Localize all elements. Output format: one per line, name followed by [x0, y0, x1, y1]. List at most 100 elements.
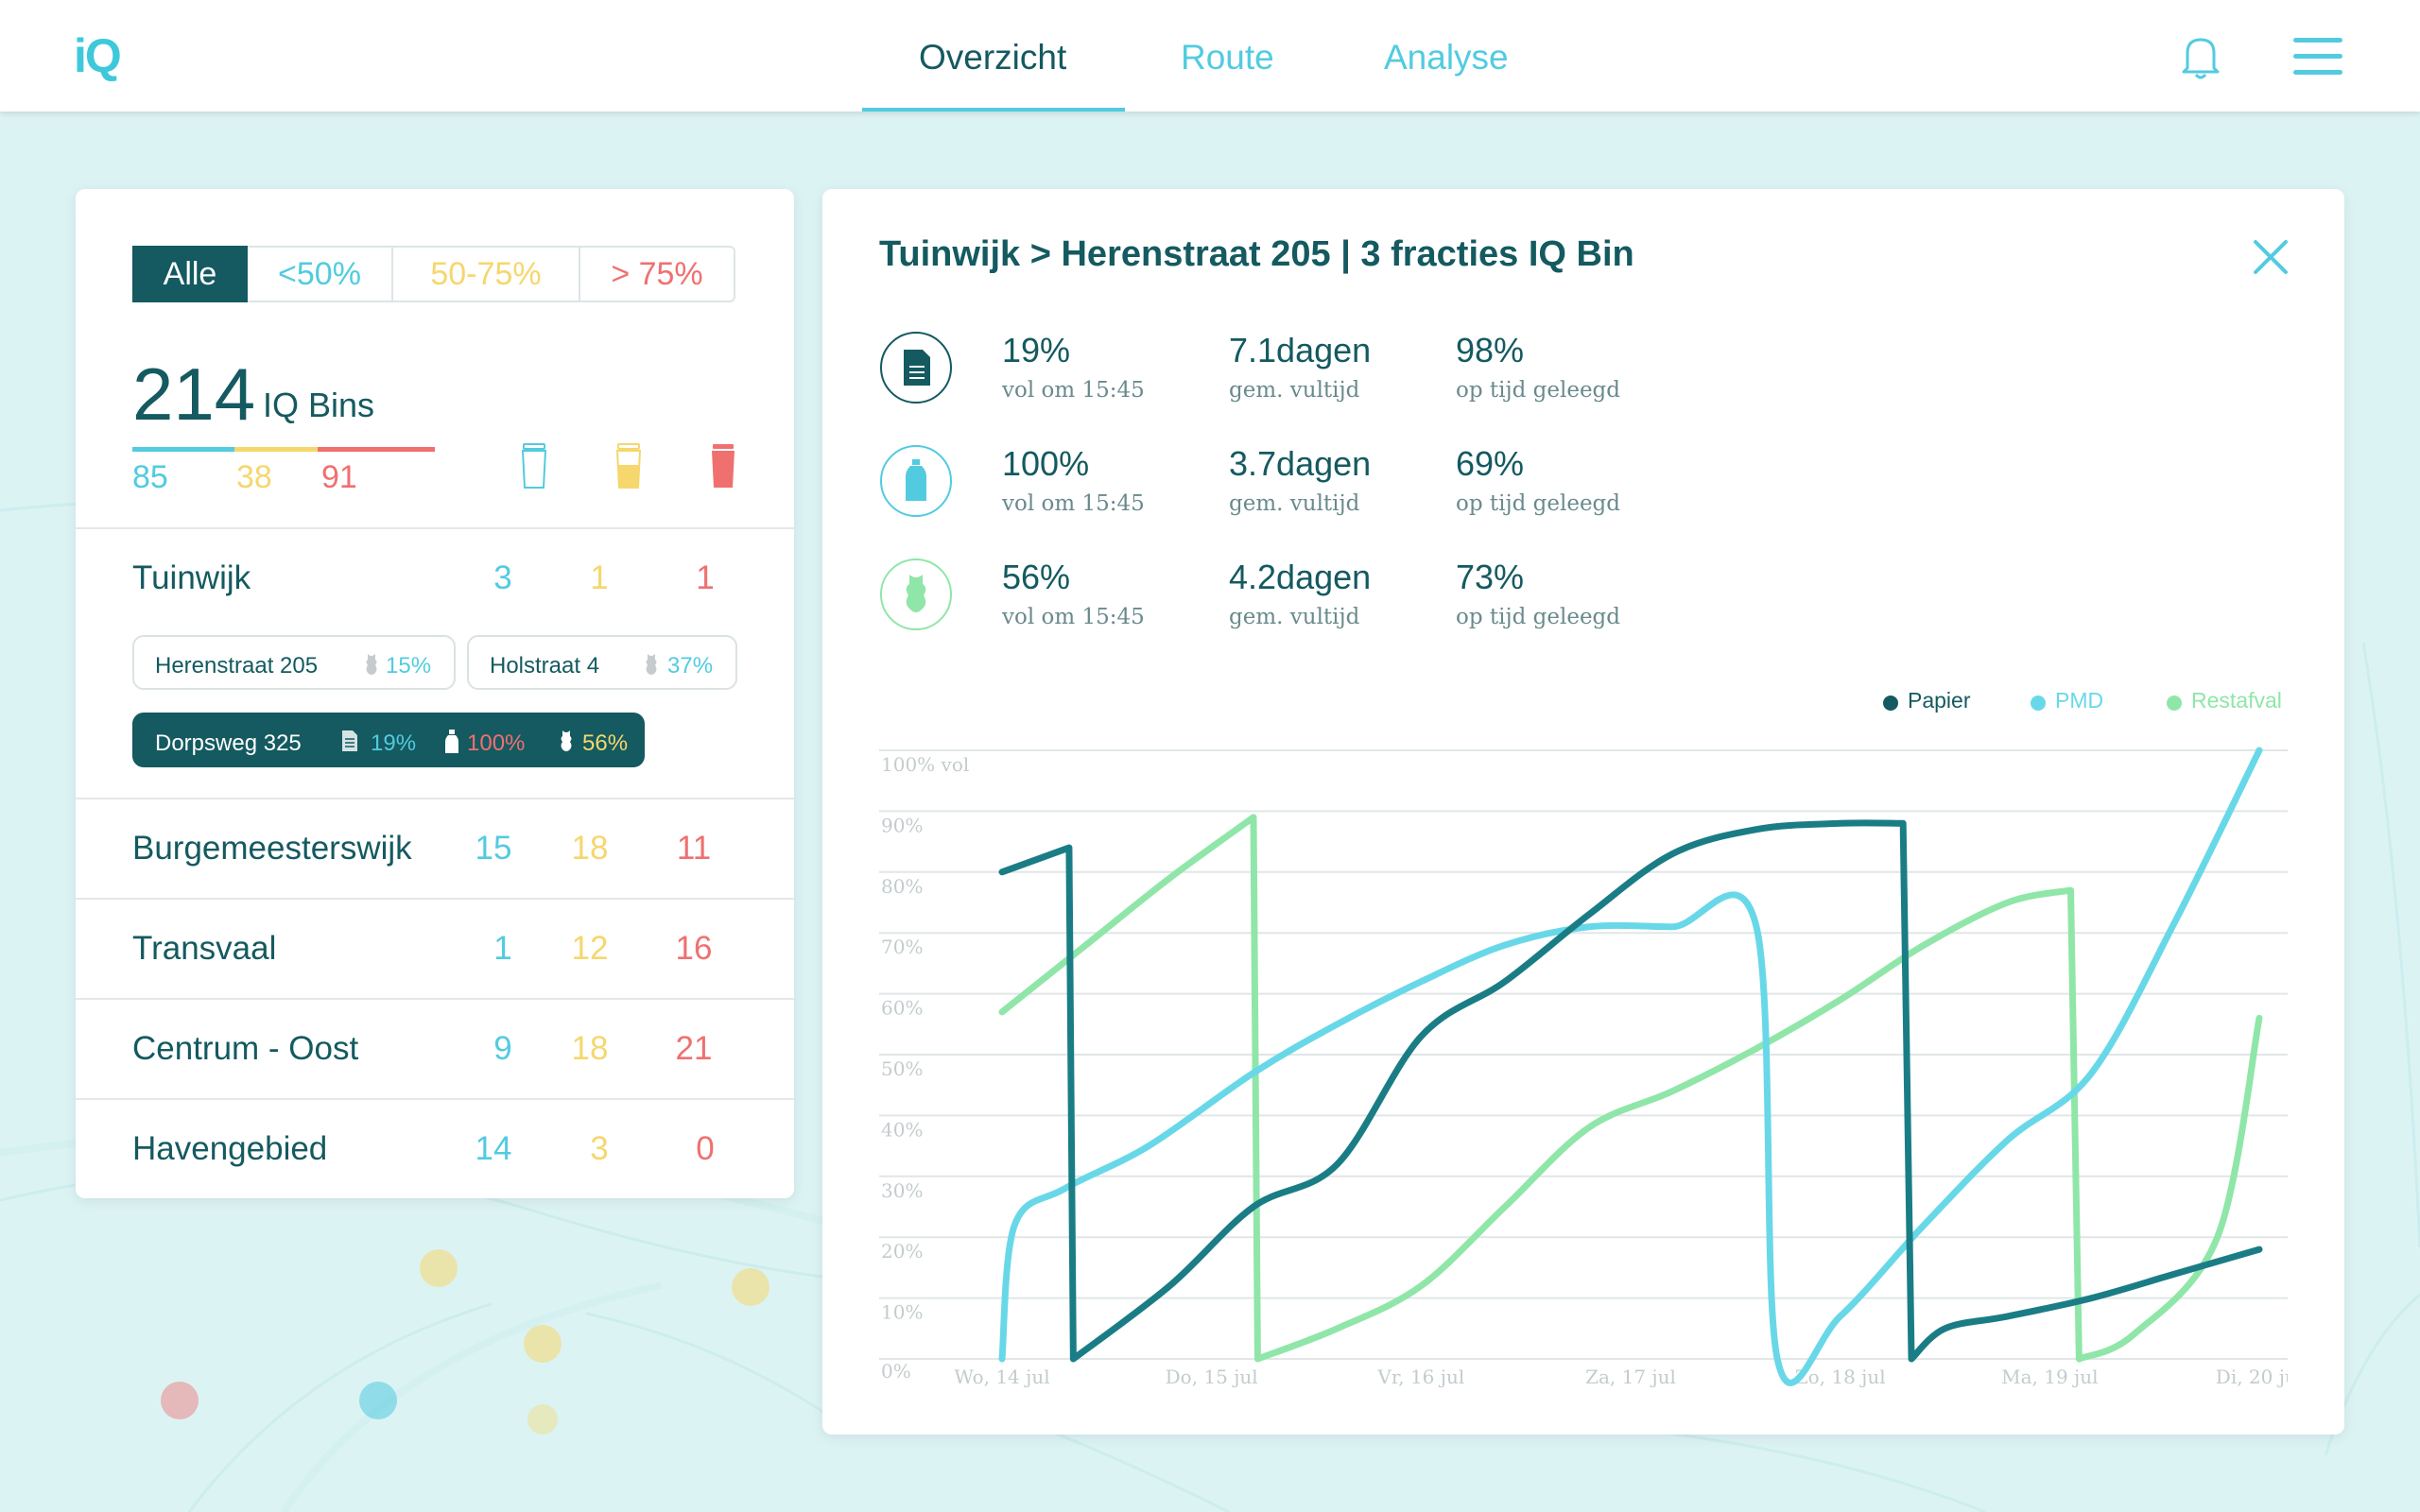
bottle-icon: [445, 730, 458, 753]
filter-all[interactable]: Alle: [132, 246, 248, 302]
district-count-mid: 12: [571, 930, 609, 967]
district-count-mid: 18: [571, 1030, 609, 1067]
location-chip-holstraat[interactable]: Holstraat 4 37%: [467, 635, 737, 690]
legend-restafval[interactable]: Restafval: [2191, 688, 2282, 713]
tab-overzicht[interactable]: Overzicht: [919, 38, 1066, 77]
location-fill-value: 15%: [386, 653, 432, 679]
location-chip-dorpsweg[interactable]: Dorpsweg 325 19% 100% 56%: [132, 713, 645, 767]
legend-dot-restafval: [2167, 696, 2182, 711]
rest-ontime-value: 73%: [1456, 558, 1525, 596]
filter-below-50[interactable]: <50%: [248, 246, 393, 302]
district-count-low: 9: [493, 1030, 512, 1067]
legend-papier[interactable]: Papier: [1908, 688, 1970, 713]
bin-full-icon: [712, 444, 735, 488]
rest-days-value: 4.2dagen: [1229, 558, 1372, 596]
divider: [76, 1098, 794, 1100]
y-tick-label: 60%: [881, 997, 923, 1020]
legend-pmd[interactable]: PMD: [2055, 688, 2103, 713]
district-count-high: 1: [696, 559, 715, 596]
paper-fill-value: 19%: [1002, 331, 1071, 369]
rest-fill-value: 56%: [1002, 558, 1071, 596]
series-line-restafval[interactable]: [998, 814, 2263, 1363]
fill-level-chart[interactable]: 0% 10% 20% 30% 40% 50% 60% 70% 80% 90% 100% vol Wo,…: [879, 737, 2288, 1389]
paper-icon: [342, 730, 357, 751]
y-tick-label: 90%: [881, 814, 923, 836]
close-icon[interactable]: [2252, 238, 2290, 276]
count-high: 91: [321, 459, 357, 495]
hamburger-menu-icon[interactable]: [2293, 38, 2342, 76]
district-name[interactable]: Centrum - Oost: [132, 1030, 358, 1068]
restafval-icon: [646, 654, 657, 675]
distribution-bar-high: [318, 447, 435, 452]
filter-50-75[interactable]: 50-75%: [393, 246, 580, 302]
pmd-days-value: 3.7dagen: [1229, 444, 1372, 483]
district-name[interactable]: Transvaal: [132, 930, 276, 968]
pmd-fill-label: vol om 15:45: [1002, 491, 1145, 516]
top-navigation-bar: iQ Overzicht Route Analyse: [0, 0, 2420, 112]
distribution-bar-mid: [234, 447, 318, 452]
district-count-high: 21: [675, 1030, 713, 1067]
distribution-bar-low: [132, 447, 234, 452]
paper-fill-label: vol om 15:45: [1002, 378, 1145, 403]
rest-days-label: gem. vultijd: [1229, 605, 1360, 629]
total-bins-label: IQ Bins: [263, 386, 375, 424]
filter-above-75[interactable]: > 75%: [580, 246, 735, 302]
pmd-fill-value: 100%: [1002, 444, 1090, 483]
detail-title: Tuinwijk > Herenstraat 205 | 3 fracties …: [879, 234, 1634, 274]
pmd-bin-icon: [880, 445, 952, 517]
location-name: Herenstraat 205: [155, 653, 319, 679]
active-tab-indicator: [862, 108, 1125, 112]
restafval-bin-icon: [880, 558, 952, 630]
y-tick-label: 30%: [881, 1179, 923, 1202]
y-tick-label: 80%: [881, 875, 923, 898]
x-tick-label: Za, 17 jul: [1585, 1366, 1676, 1388]
pmd-ontime-label: op tijd geleegd: [1456, 491, 1621, 516]
tab-analyse[interactable]: Analyse: [1384, 38, 1509, 77]
pmd-fill-value: 100%: [467, 730, 526, 756]
restafval-icon: [366, 654, 377, 675]
y-tick-label: 70%: [881, 936, 923, 958]
bins-overview-panel: Alle <50% 50-75% > 75% 214 IQ Bins 85 38…: [76, 189, 794, 1198]
rest-ontime-label: op tijd geleegd: [1456, 605, 1621, 629]
fill-level-filter: Alle <50% 50-75% > 75%: [132, 246, 735, 302]
x-tick-label: Do, 15 jul: [1166, 1366, 1258, 1388]
y-tick-label: 20%: [881, 1240, 923, 1263]
district-count-low: 14: [475, 1130, 512, 1167]
district-count-low: 15: [475, 830, 512, 867]
district-count-mid: 1: [590, 559, 609, 596]
paper-ontime-label: op tijd geleegd: [1456, 378, 1621, 403]
district-name[interactable]: Havengebied: [132, 1130, 327, 1168]
y-tick-label: 100% vol: [881, 753, 969, 776]
rest-fill-value: 56%: [582, 730, 629, 756]
app-logo[interactable]: iQ: [74, 28, 122, 83]
pmd-days-label: gem. vultijd: [1229, 491, 1360, 516]
district-count-high: 0: [696, 1130, 715, 1167]
paper-ontime-value: 98%: [1456, 331, 1525, 369]
location-fill-value: 37%: [667, 653, 714, 679]
paper-fill-value: 19%: [371, 730, 417, 756]
x-tick-label: Wo, 14 jul: [954, 1366, 1049, 1388]
district-name[interactable]: Burgemeesterswijk: [132, 830, 412, 868]
legend-dot-pmd: [2031, 696, 2046, 711]
bin-half-icon: [615, 443, 642, 489]
count-low: 85: [132, 459, 168, 495]
pmd-ontime-value: 69%: [1456, 444, 1525, 483]
legend-dot-papier: [1883, 696, 1898, 711]
y-tick-label: 40%: [881, 1118, 923, 1141]
paper-days-label: gem. vultijd: [1229, 378, 1360, 403]
rest-fill-label: vol om 15:45: [1002, 605, 1145, 629]
bell-icon[interactable]: [2178, 32, 2223, 81]
tab-route[interactable]: Route: [1181, 38, 1274, 77]
y-tick-label: 50%: [881, 1057, 923, 1080]
district-name[interactable]: Tuinwijk: [132, 559, 251, 597]
x-tick-label: Vr, 16 jul: [1376, 1366, 1464, 1388]
paper-days-value: 7.1dagen: [1229, 331, 1372, 369]
district-count-mid: 18: [571, 830, 609, 867]
divider: [76, 998, 794, 1000]
location-name: Dorpsweg 325: [155, 730, 302, 756]
divider: [76, 798, 794, 799]
y-tick-label: 10%: [881, 1301, 923, 1324]
district-count-low: 3: [493, 559, 512, 596]
bin-empty-icon: [521, 443, 547, 489]
location-chip-herenstraat[interactable]: Herenstraat 205 15%: [132, 635, 456, 690]
